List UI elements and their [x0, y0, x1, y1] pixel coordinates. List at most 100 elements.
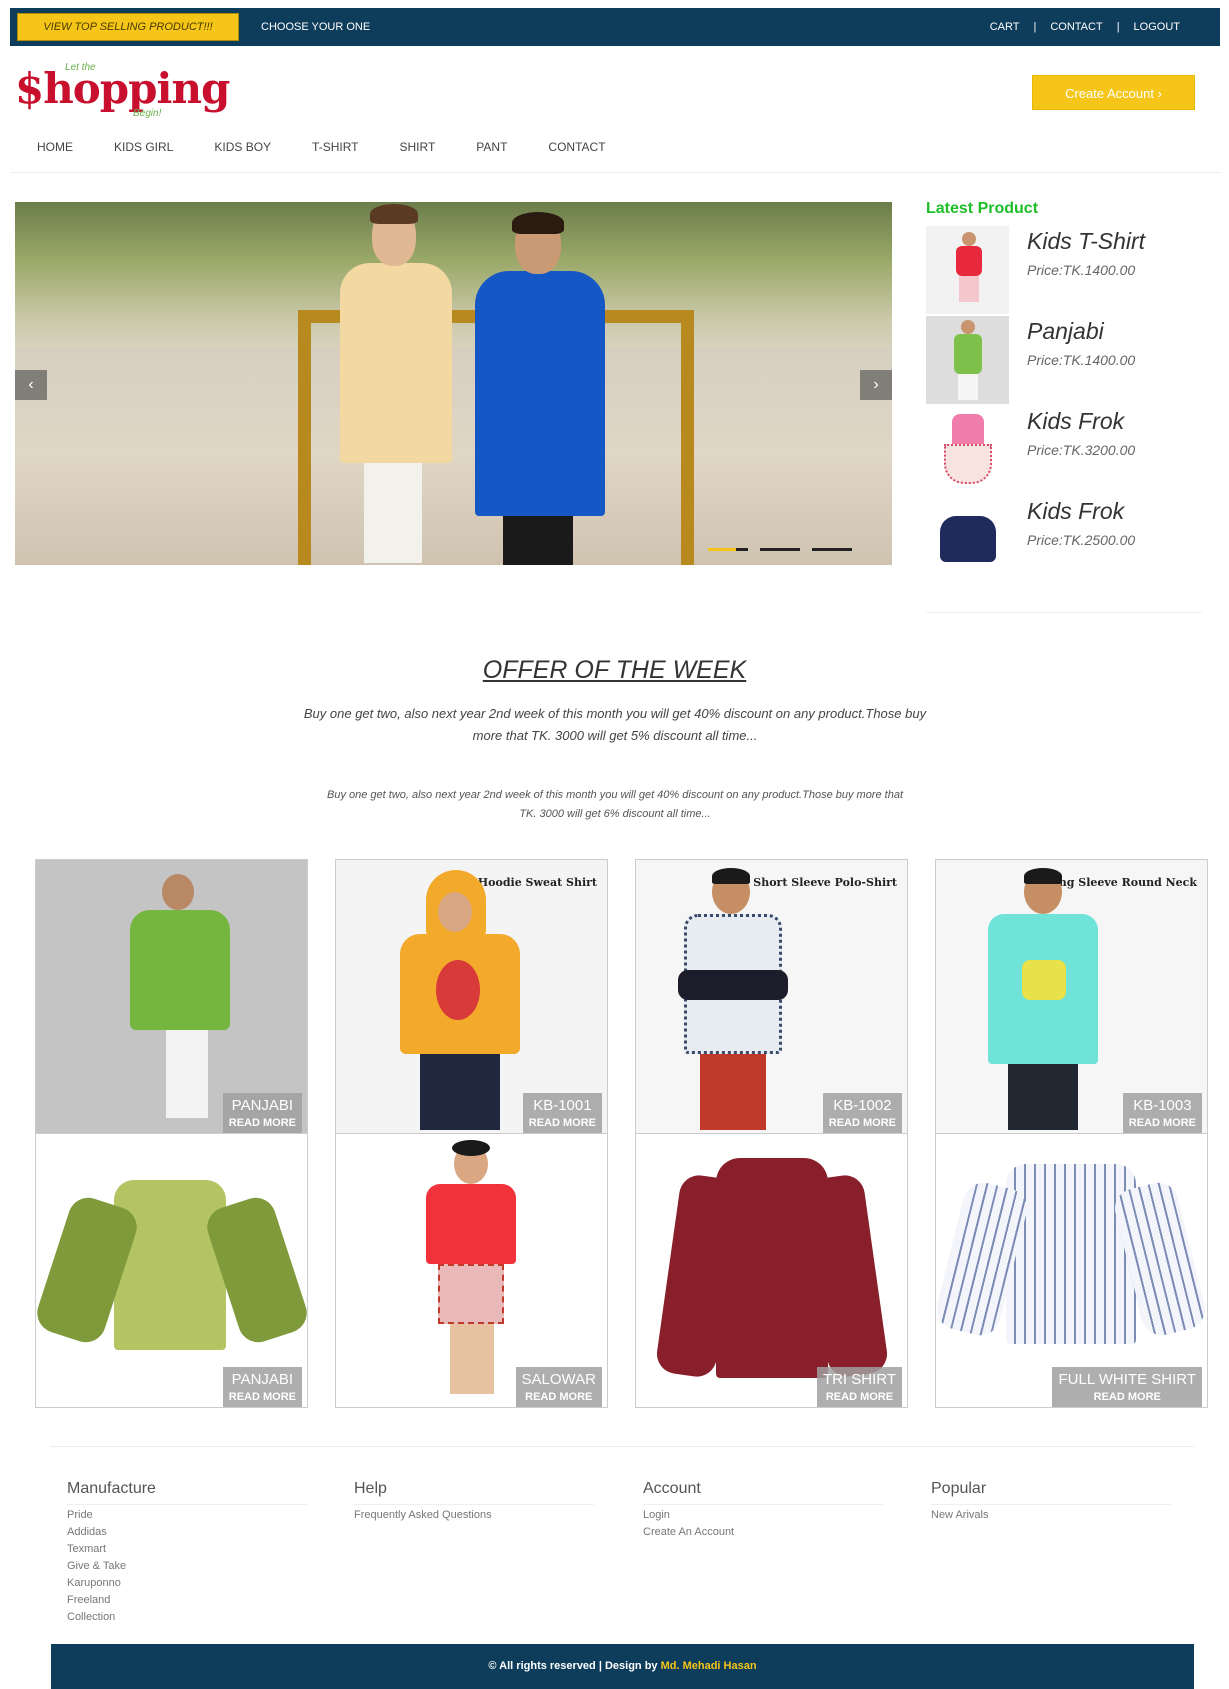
- nav-kids-girl[interactable]: KIDS GIRL: [114, 140, 173, 154]
- offer-text: Buy one get two, also next year 2nd week…: [303, 706, 927, 743]
- top-right-links: CART | CONTACT | LOGOUT: [990, 8, 1180, 46]
- product-card[interactable]: FULL WHITE SHIRT READ MORE: [935, 1133, 1208, 1408]
- logo-text: $hopping: [15, 64, 230, 113]
- footer-link[interactable]: Pride: [67, 1509, 307, 1522]
- footer-heading: Popular: [931, 1480, 1171, 1505]
- read-more-link[interactable]: READ MORE: [529, 1117, 596, 1129]
- latest-item-name[interactable]: Panjabi: [1027, 318, 1104, 345]
- latest-item-price: Price:TK.1400.00: [1027, 352, 1136, 368]
- nav-kids-boy[interactable]: KIDS BOY: [214, 140, 271, 154]
- latest-products: Latest Product Kids T-Shirt Price:TK.140…: [926, 200, 1202, 584]
- contact-link[interactable]: CONTACT: [1050, 21, 1102, 33]
- product-image: [396, 870, 526, 1130]
- product-image: [936, 1164, 1207, 1364]
- product-card[interactable]: Hoodie Sweat Shirt KB-1001 READ MORE: [335, 859, 608, 1134]
- product-name: PANJABI: [231, 1097, 294, 1114]
- read-more-link[interactable]: READ MORE: [522, 1391, 596, 1403]
- read-more-link[interactable]: READ MORE: [1058, 1391, 1196, 1403]
- footer-link[interactable]: Collection: [67, 1611, 307, 1624]
- footer-heading: Manufacture: [67, 1480, 307, 1505]
- product-image: [678, 868, 788, 1130]
- product-name: SALOWAR: [521, 1371, 596, 1388]
- product-card[interactable]: SALOWAR READ MORE: [335, 1133, 608, 1408]
- latest-item-name[interactable]: Kids T-Shirt: [1027, 228, 1145, 255]
- product-thumbnail[interactable]: [926, 496, 1009, 584]
- footer-link[interactable]: Karuponno: [67, 1577, 307, 1590]
- slide-model-blue-panjabi: [465, 212, 615, 565]
- designer-link[interactable]: Md. Mehadi Hasan: [661, 1660, 757, 1672]
- separator: |: [1116, 21, 1120, 33]
- latest-item-name[interactable]: Kids Frok: [1027, 498, 1124, 525]
- product-thumbnail[interactable]: [926, 226, 1009, 314]
- footer-heading: Help: [354, 1480, 594, 1505]
- product-card[interactable]: Long Sleeve Round Neck KB-1003 READ MORE: [935, 859, 1208, 1134]
- product-card[interactable]: PANJABI READ MORE: [35, 1133, 308, 1408]
- read-more-link[interactable]: READ MORE: [1129, 1117, 1196, 1129]
- choose-your-one-link[interactable]: CHOOSE YOUR ONE: [261, 8, 370, 46]
- read-more-link[interactable]: READ MORE: [229, 1117, 296, 1129]
- footer-link[interactable]: New Arivals: [931, 1509, 1171, 1522]
- footer-link[interactable]: Texmart: [67, 1543, 307, 1556]
- product-label[interactable]: FULL WHITE SHIRT READ MORE: [1052, 1367, 1202, 1407]
- top-bar: VIEW TOP SELLING PRODUCT!!! CHOOSE YOUR …: [10, 8, 1220, 46]
- read-more-link[interactable]: READ MORE: [229, 1391, 296, 1403]
- slider-dot[interactable]: [708, 548, 748, 551]
- product-thumbnail[interactable]: [926, 316, 1009, 404]
- nav-contact[interactable]: CONTACT: [548, 140, 605, 154]
- latest-divider: [926, 612, 1202, 613]
- slider-prev-button[interactable]: ‹: [15, 370, 47, 400]
- latest-product-title: Latest Product: [926, 200, 1039, 217]
- product-thumbnail[interactable]: [926, 406, 1009, 494]
- nav-home[interactable]: HOME: [37, 140, 73, 154]
- latest-item-price: Price:TK.2500.00: [1027, 532, 1136, 548]
- product-label[interactable]: KB-1002 READ MORE: [822, 1093, 902, 1133]
- latest-item-price: Price:TK.3200.00: [1027, 442, 1136, 458]
- latest-item[interactable]: Kids Frok Price:TK.3200.00: [926, 406, 1202, 494]
- slider-dot[interactable]: [812, 548, 852, 551]
- latest-item[interactable]: Kids Frok Price:TK.2500.00: [926, 496, 1202, 584]
- product-label[interactable]: KB-1001 READ MORE: [522, 1093, 602, 1133]
- hero-slider[interactable]: ‹ ›: [15, 202, 892, 565]
- latest-item[interactable]: Panjabi Price:TK.1400.00: [926, 316, 1202, 404]
- product-name: KB-1003: [1133, 1097, 1192, 1114]
- copyright-bar: © All rights reserved | Design by Md. Me…: [51, 1644, 1194, 1689]
- product-label[interactable]: TRI SHIRT READ MORE: [816, 1367, 902, 1407]
- cart-link[interactable]: CART: [990, 21, 1020, 33]
- footer-column-help: Help Frequently Asked Questions: [354, 1480, 594, 1522]
- footer-link[interactable]: Addidas: [67, 1526, 307, 1539]
- create-account-button[interactable]: Create Account ›: [1032, 75, 1195, 110]
- latest-item[interactable]: Kids T-Shirt Price:TK.1400.00: [926, 226, 1202, 314]
- footer-link[interactable]: Give & Take: [67, 1560, 307, 1573]
- product-label[interactable]: PANJABI READ MORE: [222, 1367, 302, 1407]
- slide-model-cream-panjabi: [330, 204, 460, 565]
- product-label[interactable]: KB-1003 READ MORE: [1122, 1093, 1202, 1133]
- latest-item-name[interactable]: Kids Frok: [1027, 408, 1124, 435]
- nav-shirt[interactable]: SHIRT: [400, 140, 436, 154]
- footer-link[interactable]: Login: [643, 1509, 883, 1522]
- footer-link[interactable]: Freeland: [67, 1594, 307, 1607]
- nav-pant[interactable]: PANT: [476, 140, 507, 154]
- product-card[interactable]: PANJABI READ MORE: [35, 859, 308, 1134]
- slider-dot[interactable]: [760, 548, 800, 551]
- product-name: KB-1002: [833, 1097, 892, 1114]
- footer-column-manufacture: Manufacture Pride Addidas Texmart Give &…: [67, 1480, 307, 1624]
- main-nav: HOME KIDS GIRL KIDS BOY T-SHIRT SHIRT PA…: [37, 140, 647, 154]
- slider-indicators: [708, 548, 864, 551]
- site-logo[interactable]: Let the $hopping Begin!: [15, 62, 230, 122]
- product-image: [36, 1180, 307, 1370]
- product-label[interactable]: PANJABI READ MORE: [222, 1093, 302, 1133]
- nav-divider: [10, 172, 1220, 173]
- logout-link[interactable]: LOGOUT: [1134, 21, 1180, 33]
- product-card[interactable]: Short Sleeve Polo-Shirt KB-1002 READ MOR…: [635, 859, 908, 1134]
- footer-link[interactable]: Frequently Asked Questions: [354, 1509, 594, 1522]
- product-card[interactable]: TRI SHIRT READ MORE: [635, 1133, 908, 1408]
- offer-text-secondary: Buy one get two, also next year 2nd week…: [327, 789, 903, 820]
- slider-next-button[interactable]: ›: [860, 370, 892, 400]
- footer-link[interactable]: Create An Account: [643, 1526, 883, 1539]
- top-selling-button[interactable]: VIEW TOP SELLING PRODUCT!!!: [17, 13, 239, 41]
- read-more-link[interactable]: READ MORE: [829, 1117, 896, 1129]
- product-image: [654, 1158, 890, 1388]
- product-label[interactable]: SALOWAR READ MORE: [515, 1367, 602, 1407]
- read-more-link[interactable]: READ MORE: [823, 1391, 896, 1403]
- nav-t-shirt[interactable]: T-SHIRT: [312, 140, 358, 154]
